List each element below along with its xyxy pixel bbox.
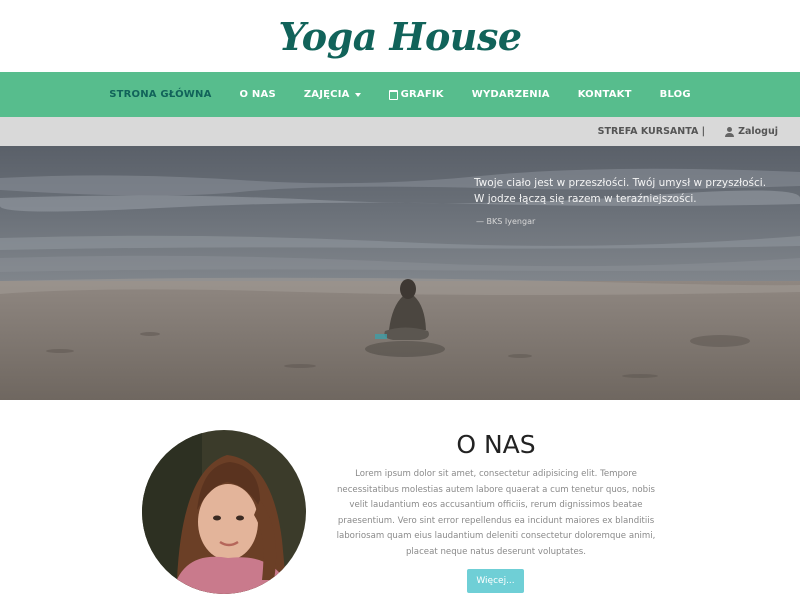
about-title: O NAS: [456, 430, 536, 459]
user-icon: [725, 126, 735, 137]
site-logo[interactable]: Yoga House: [278, 14, 522, 59]
nav-item-about[interactable]: O NAS: [240, 89, 276, 100]
hero-quote: Twoje ciało jest w przeszłości. Twój umy…: [474, 177, 767, 205]
nav-item-contact[interactable]: KONTAKT: [578, 89, 632, 100]
avatar: [142, 430, 306, 594]
student-zone-label[interactable]: STREFA KURSANTA |: [598, 126, 705, 137]
nav-item-blog-label: BLOG: [659, 89, 691, 100]
nav-item-home-label: STRONA GŁÓWNA: [109, 89, 212, 100]
nav-item-classes[interactable]: ZAJĘCIA: [304, 89, 361, 100]
chevron-down-icon: [354, 92, 361, 97]
nav-item-schedule-label: GRAFIK: [400, 89, 444, 100]
student-zone-bar: STREFA KURSANTA | Zaloguj: [0, 117, 800, 146]
nav-item-schedule[interactable]: GRAFIK: [388, 89, 444, 100]
about-text: Lorem ipsum dolor sit amet, consectetur …: [336, 469, 656, 557]
nav-item-blog[interactable]: BLOG: [660, 89, 691, 100]
nav-item-events-label: WYDARZENIA: [471, 89, 550, 100]
header: Yoga House: [0, 0, 800, 72]
more-button[interactable]: Więcej...: [467, 569, 524, 593]
hero-banner: Twoje ciało jest w przeszłości. Twój umy…: [0, 146, 800, 400]
login-label: Zaloguj: [738, 126, 778, 137]
nav-item-home[interactable]: STRONA GŁÓWNA: [109, 89, 211, 100]
login-link[interactable]: Zaloguj: [725, 126, 778, 137]
hero-quote-author: — BKS Iyengar: [476, 217, 536, 226]
calendar-icon: [388, 89, 398, 100]
nav-item-classes-label: ZAJĘCIA: [303, 89, 350, 100]
main-nav: STRONA GŁÓWNA O NAS ZAJĘCIA GRAFIK WYDAR…: [0, 72, 800, 117]
nav-item-contact-label: KONTAKT: [577, 89, 632, 100]
nav-item-events[interactable]: WYDARZENIA: [472, 89, 550, 100]
nav-item-about-label: O NAS: [239, 89, 276, 100]
about-section: O NAS Lorem ipsum dolor sit amet, consec…: [0, 400, 800, 600]
